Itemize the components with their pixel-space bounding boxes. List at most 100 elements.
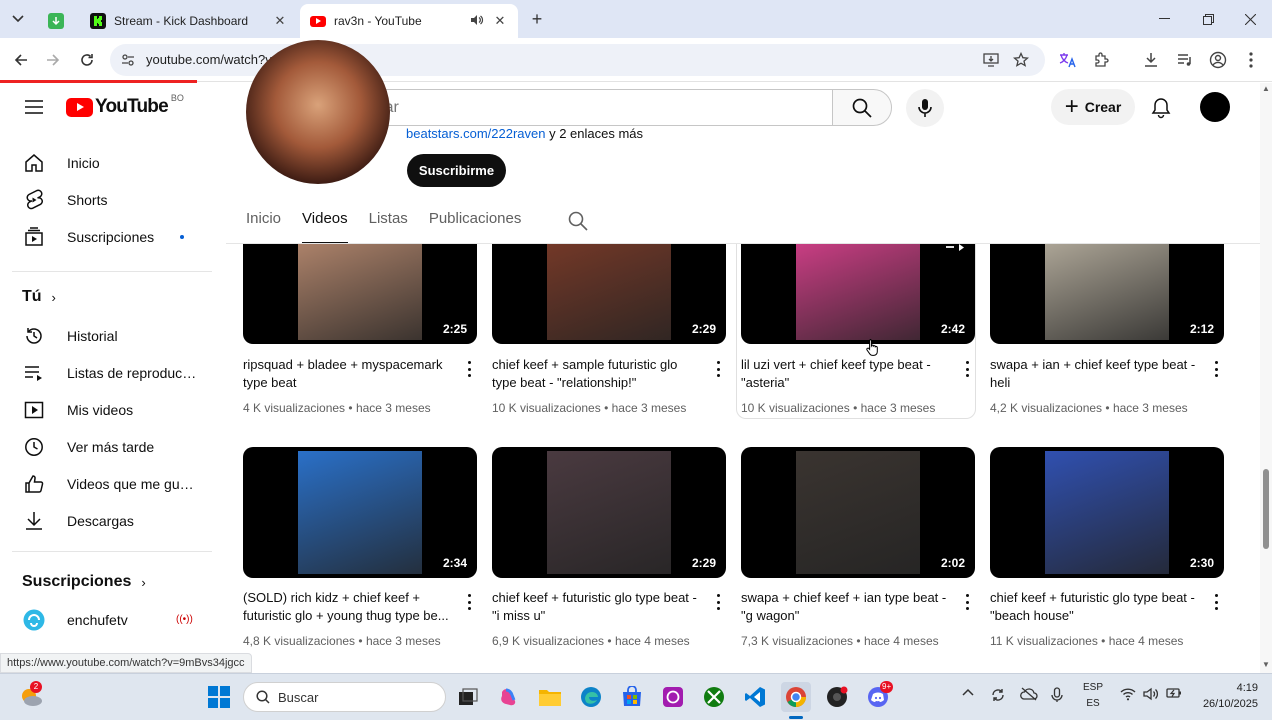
more-actions-icon[interactable] [1214,361,1218,377]
minimize-window-button[interactable] [1142,0,1186,38]
video-title[interactable]: chief keef + sample futuristic glo type … [492,356,704,392]
windows-start-icon[interactable] [204,682,234,712]
video-thumbnail[interactable]: 2:34 [243,447,477,578]
youtube-logo[interactable]: YouTube BO [66,93,184,118]
media-control-icon[interactable] [1174,49,1196,71]
sidebar-item-history[interactable]: Historial [12,317,212,354]
cloud-offline-icon[interactable] [1020,687,1038,704]
you-section-heading[interactable]: Tú › [22,288,56,306]
site-info-icon[interactable] [120,52,136,73]
close-tab-icon[interactable]: ✕ [272,13,288,29]
install-app-icon[interactable] [980,50,1002,70]
edge-browser-icon[interactable] [576,682,606,712]
scrollbar-thumb[interactable] [1263,469,1269,549]
sidebar-item-watch-later[interactable]: Ver más tarde [12,428,212,465]
search-input[interactable] [334,90,833,125]
tab-search-button[interactable] [6,8,30,30]
video-title[interactable]: lil uzi vert + chief keef type beat - "a… [741,356,953,392]
video-thumbnail[interactable]: 2:12 [990,244,1224,344]
add-to-queue-icon[interactable] [945,244,965,257]
restore-window-button[interactable] [1186,0,1230,38]
sidebar-item-downloads[interactable]: Descargas [12,502,212,539]
more-actions-icon[interactable] [1214,594,1218,610]
tab-videos[interactable]: Videos [302,204,348,244]
guide-menu-icon[interactable] [22,95,46,119]
show-hidden-icons[interactable] [962,687,974,699]
page-scrollbar[interactable]: ▲ ▼ [1260,83,1272,673]
tab-posts[interactable]: Publicaciones [429,204,522,241]
audio-playing-icon[interactable] [470,14,484,29]
tab-home[interactable]: Inicio [246,204,281,241]
profile-icon[interactable] [1207,49,1229,71]
tab-playlists[interactable]: Listas [369,204,408,241]
input-language-indicator[interactable]: ESP ES [1080,680,1106,712]
reload-button[interactable] [74,47,100,73]
forward-button[interactable] [40,47,66,73]
notifications-bell-icon[interactable] [1146,93,1176,123]
sidebar-item-home[interactable]: Inicio [12,144,212,181]
video-thumbnail[interactable]: 2:25 [243,244,477,344]
more-actions-icon[interactable] [965,594,969,610]
video-thumbnail[interactable]: 2:29 [492,244,726,344]
more-actions-icon[interactable] [467,361,471,377]
microphone-tray-icon[interactable] [1051,687,1063,706]
microsoft-store-icon[interactable] [617,682,647,712]
tab-kick-dashboard[interactable]: Stream - Kick Dashboard ✕ [80,4,298,38]
video-title[interactable]: swapa + ian + chief keef type beat - hel… [990,356,1202,392]
file-explorer-icon[interactable] [535,682,565,712]
extensions-puzzle-icon[interactable] [1090,49,1112,71]
camera-app-icon[interactable] [822,682,852,712]
video-title[interactable]: chief keef + futuristic glo type beat - … [990,589,1202,625]
new-tab-button[interactable]: + [526,8,548,30]
sidebar-item-shorts[interactable]: Shorts [12,181,212,218]
xbox-icon[interactable] [699,682,729,712]
task-view-icon[interactable] [453,682,483,712]
more-links[interactable]: y 2 enlaces más [545,126,643,141]
sync-tray-icon[interactable] [990,687,1006,706]
taskbar-search[interactable]: Buscar [243,682,446,712]
channel-link[interactable]: beatstars.com/222raven [406,126,545,141]
channel-avatar[interactable] [246,40,390,184]
sidebar-item-liked-videos[interactable]: Videos que me gus... [12,465,212,502]
pinned-tab[interactable] [42,4,70,38]
chrome-menu-icon[interactable] [1240,49,1262,71]
tab-youtube-active[interactable]: rav3n - YouTube ✕ [300,4,518,38]
video-title[interactable]: (SOLD) rich kidz + chief keef + futurist… [243,589,455,625]
vscode-icon[interactable] [740,682,770,712]
system-clock[interactable]: 4:19 26/10/2025 [1196,680,1258,712]
account-avatar[interactable] [1200,92,1230,122]
search-button[interactable] [832,89,892,126]
address-bar[interactable]: youtube.com/watch?v=9mBvs34jgcc [110,44,1045,76]
close-tab-icon[interactable]: ✕ [492,13,508,29]
create-button[interactable]: + Crear [1051,89,1135,125]
scroll-down-arrow-icon[interactable]: ▼ [1262,661,1270,669]
downloads-icon[interactable] [1140,49,1162,71]
video-thumbnail[interactable]: 2:29 [492,447,726,578]
video-thumbnail[interactable]: 2:42 [741,244,975,344]
video-title[interactable]: ripsquad + bladee + myspacemark type bea… [243,356,455,392]
video-title[interactable]: chief keef + futuristic glo type beat - … [492,589,704,625]
more-actions-icon[interactable] [965,361,969,377]
bookmark-star-icon[interactable] [1010,50,1032,70]
more-actions-icon[interactable] [716,594,720,610]
subscribe-button[interactable]: Suscribirme [407,154,506,187]
sidebar-item-playlists[interactable]: Listas de reproducc... [12,354,212,391]
close-window-button[interactable] [1228,0,1272,38]
video-thumbnail[interactable]: 2:02 [741,447,975,578]
more-actions-icon[interactable] [716,361,720,377]
obs-app-icon[interactable] [658,682,688,712]
voice-search-button[interactable] [906,89,944,127]
battery-icon[interactable] [1166,687,1182,702]
more-actions-icon[interactable] [467,594,471,610]
translate-extension-icon[interactable] [1056,49,1078,71]
channel-search-icon[interactable] [568,211,588,236]
chrome-taskbar-icon[interactable] [781,682,811,712]
wifi-icon[interactable] [1120,687,1136,704]
subscriptions-section-heading[interactable]: Suscripciones › [22,573,146,591]
video-title[interactable]: swapa + chief keef + ian type beat - "g … [741,589,953,625]
scroll-up-arrow-icon[interactable]: ▲ [1262,85,1270,93]
copilot-icon[interactable] [494,682,524,712]
sidebar-item-my-videos[interactable]: Mis videos [12,391,212,428]
video-thumbnail[interactable]: 2:30 [990,447,1224,578]
back-button[interactable] [8,47,34,73]
